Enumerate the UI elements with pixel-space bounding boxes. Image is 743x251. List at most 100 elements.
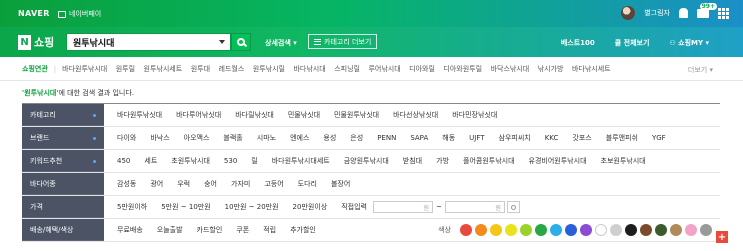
naver-logo[interactable]: NAVER xyxy=(18,9,50,18)
filter-option[interactable]: 세트 xyxy=(144,156,157,166)
filter-option[interactable]: 450 xyxy=(117,157,130,165)
color-swatch[interactable] xyxy=(475,224,487,236)
related-item[interactable]: 레드월스 xyxy=(219,64,245,74)
add-button[interactable]: + xyxy=(716,231,728,243)
shopping-logo[interactable]: N 쇼핑 xyxy=(18,34,54,50)
nav-all[interactable]: 쿨 전체보기 xyxy=(615,38,650,48)
related-item[interactable]: 스피닝릴 xyxy=(334,64,360,74)
color-swatch[interactable] xyxy=(535,224,547,236)
bell-icon[interactable] xyxy=(679,8,688,18)
related-more-button[interactable]: 더보기 ▾ xyxy=(688,65,713,75)
filter-option[interactable]: UJFT xyxy=(469,134,484,142)
filter-option[interactable]: 오늘출발 xyxy=(157,225,183,235)
price-max-input[interactable]: 원 xyxy=(444,201,505,213)
user-name[interactable]: 별그림자 xyxy=(644,8,670,18)
filter-option[interactable]: 초원투낚시대 xyxy=(171,156,210,166)
color-swatch[interactable] xyxy=(565,224,577,236)
filter-option[interactable]: 민물낚싯대 xyxy=(288,110,320,120)
filter-option[interactable]: 고등어 xyxy=(264,179,283,189)
filter-option[interactable]: 광어 xyxy=(150,179,163,189)
filter-option[interactable]: 쿠폰 xyxy=(236,225,249,235)
filter-option[interactable]: 시마노 xyxy=(257,133,276,143)
color-swatch[interactable] xyxy=(625,224,637,236)
related-item[interactable]: 원투대 xyxy=(191,64,210,74)
nav-best100[interactable]: 베스트100 xyxy=(561,38,595,48)
filter-option[interactable]: 무료배송 xyxy=(117,225,143,235)
color-swatch[interactable] xyxy=(610,224,622,236)
filter-head-keyword[interactable]: 키워드추천 xyxy=(22,150,104,172)
filter-option[interactable]: 초보원투낚시대 xyxy=(601,156,646,166)
related-item[interactable]: 디아와릴 xyxy=(409,64,435,74)
naverpay-link[interactable]: 네이버페이 xyxy=(58,9,101,19)
detail-search-button[interactable]: 상세검색 ▾ xyxy=(265,38,297,48)
avatar[interactable] xyxy=(621,6,636,20)
filter-option[interactable]: 20만원이상 xyxy=(293,202,328,212)
color-swatch[interactable] xyxy=(700,224,712,236)
nav-my[interactable]: ⚇ 쇼핑MY ▾ xyxy=(669,38,709,48)
color-swatch[interactable] xyxy=(460,224,472,236)
filter-option[interactable]: 금양원투낚시대 xyxy=(344,156,389,166)
filter-option[interactable]: 용성 xyxy=(323,133,336,143)
filter-option[interactable]: 바다릴낚싯대 xyxy=(235,110,274,120)
filter-head-category[interactable]: 카테고리 xyxy=(22,104,104,126)
filter-option[interactable]: 바다원투낚싯대 xyxy=(117,110,162,120)
price-search-button[interactable] xyxy=(506,201,520,213)
filter-option[interactable]: 갓포스 xyxy=(572,133,591,143)
filter-head-price[interactable]: 가격 xyxy=(22,196,104,218)
filter-option[interactable]: 엔에스 xyxy=(290,133,309,143)
filter-option[interactable]: 도다리 xyxy=(298,179,317,189)
related-item[interactable]: 바다낚시세트 xyxy=(572,64,611,74)
filter-option[interactable]: 플어콤원투낚시대 xyxy=(463,156,515,166)
search-button[interactable] xyxy=(231,33,251,51)
color-swatch[interactable] xyxy=(520,224,532,236)
filter-option[interactable]: 다이와 xyxy=(117,133,136,143)
color-swatch[interactable] xyxy=(550,224,562,236)
filter-option[interactable]: 바다원투낚시대세트 xyxy=(272,156,330,166)
chevron-down-icon[interactable] xyxy=(219,40,225,44)
filter-option[interactable]: PENN xyxy=(377,134,396,142)
filter-option[interactable]: 적립 xyxy=(263,225,276,235)
related-item[interactable]: 낚시가방 xyxy=(538,64,564,74)
filter-option[interactable]: KKC xyxy=(545,134,559,142)
filter-option[interactable]: 삼우피씨치 xyxy=(499,133,531,143)
filter-option[interactable]: 아오맥스 xyxy=(184,133,210,143)
filter-option[interactable]: 우럭 xyxy=(177,179,190,189)
filter-option[interactable]: 해동 xyxy=(442,133,455,143)
color-swatch[interactable] xyxy=(670,224,682,236)
app-grid-icon[interactable] xyxy=(718,7,729,19)
filter-option[interactable]: 민물원투낚싯대 xyxy=(334,110,379,120)
filter-option[interactable]: 추가할인 xyxy=(290,225,316,235)
filter-option[interactable]: 유경비어원투낚시대 xyxy=(529,156,587,166)
category-more-button[interactable]: 카테고리 더보기 xyxy=(308,34,378,49)
filter-option[interactable]: 받침대 xyxy=(403,156,422,166)
related-item[interactable]: 원투낚시릴 xyxy=(253,64,285,74)
filter-option[interactable]: 카드할인 xyxy=(197,225,223,235)
filter-option[interactable]: 바낙스 xyxy=(150,133,169,143)
filter-head-brand[interactable]: 브랜드 xyxy=(22,127,104,149)
filter-option[interactable]: 5만원 ~ 10만원 xyxy=(161,202,210,212)
filter-option[interactable]: 은성 xyxy=(350,133,363,143)
related-item[interactable]: 바닥스낚시대 xyxy=(491,64,530,74)
filter-option[interactable]: 블루앤피쉬 xyxy=(606,133,638,143)
related-item[interactable]: 디아와원투릴 xyxy=(443,64,482,74)
filter-option[interactable]: 블랙홀 xyxy=(223,133,242,143)
mail-icon[interactable]: 99+ xyxy=(697,2,717,18)
color-swatch[interactable] xyxy=(595,224,607,236)
filter-option[interactable]: SAPA xyxy=(410,134,428,142)
related-item[interactable]: 루어낚시대 xyxy=(368,64,400,74)
color-swatch[interactable] xyxy=(580,224,592,236)
filter-head-target[interactable]: 바다어종 xyxy=(22,173,104,195)
color-swatch[interactable] xyxy=(655,224,667,236)
search-input[interactable]: 원투낚시대 xyxy=(66,33,231,51)
price-min-input[interactable]: 원 xyxy=(372,201,433,213)
color-swatch[interactable] xyxy=(640,224,652,236)
color-swatch[interactable] xyxy=(490,224,502,236)
filter-head-shipping[interactable]: 배송/혜택/색상 xyxy=(22,219,104,241)
filter-option[interactable]: 5만원이하 xyxy=(117,202,147,212)
filter-option[interactable]: 릴 xyxy=(251,156,257,166)
related-item[interactable]: 원투릴 xyxy=(116,64,135,74)
filter-option[interactable]: 10만원 ~ 20만원 xyxy=(225,202,279,212)
filter-option[interactable]: 숭어 xyxy=(204,179,217,189)
filter-option[interactable]: 바다루어낚싯대 xyxy=(176,110,221,120)
related-item[interactable]: 바다낚시대 xyxy=(293,64,325,74)
